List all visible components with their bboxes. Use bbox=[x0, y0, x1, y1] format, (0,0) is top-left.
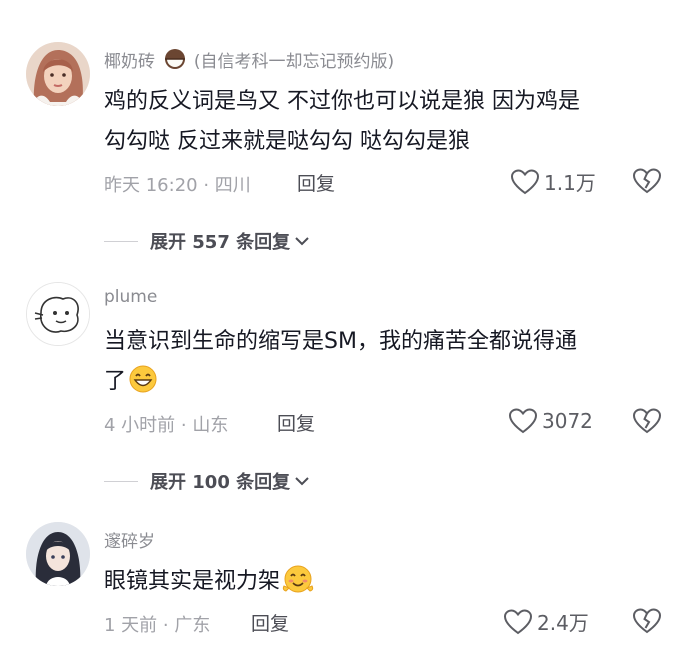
expand-replies-label: 展开 557 条回复 bbox=[150, 232, 291, 253]
reply-button[interactable]: 回复 bbox=[277, 409, 315, 436]
username[interactable]: plume bbox=[104, 287, 157, 307]
username[interactable]: 邃碎岁 bbox=[104, 527, 155, 552]
blushing-smile-emoji-icon bbox=[282, 564, 314, 608]
like-count: 1.1万 bbox=[544, 171, 596, 195]
comment-line: 眼镜其实是视力架 bbox=[104, 562, 664, 608]
broken-heart-icon bbox=[632, 408, 662, 434]
expand-replies-label: 展开 100 条回复 bbox=[150, 472, 291, 493]
comment-line: 鸡的反义词是鸟又 不过你也可以说是狼 因为鸡是 bbox=[104, 89, 580, 114]
timestamp-location: 1 天前 · 广东 bbox=[104, 615, 211, 636]
coconut-icon bbox=[164, 48, 186, 75]
comment-text: 当意识到生命的缩写是SM，我的痛苦全都说得通 了 bbox=[104, 322, 664, 408]
heart-outline-icon bbox=[510, 168, 540, 194]
heart-outline-icon bbox=[503, 608, 533, 634]
expand-replies-button[interactable]: 展开 557 条回复 bbox=[104, 228, 310, 254]
comment-line: 勾勾哒 反过来就是哒勾勾 哒勾勾是狼 bbox=[104, 129, 470, 154]
reply-button[interactable]: 回复 bbox=[251, 609, 289, 636]
dislike-button[interactable] bbox=[632, 607, 662, 639]
avatar[interactable] bbox=[26, 42, 90, 106]
like-button[interactable]: 1.1万 bbox=[510, 167, 596, 196]
avatar-girl-image bbox=[26, 42, 90, 106]
avatar-anime-image bbox=[26, 522, 90, 586]
like-button[interactable]: 3072 bbox=[508, 407, 593, 435]
like-count: 2.4万 bbox=[537, 611, 589, 635]
broken-heart-icon bbox=[632, 168, 662, 194]
user-badge: (自信考科一却忘记预约版) bbox=[193, 52, 395, 72]
like-button[interactable]: 2.4万 bbox=[503, 607, 589, 636]
comment-text: 鸡的反义词是鸟又 不过你也可以说是狼 因为鸡是 勾勾哒 反过来就是哒勾勾 哒勾勾… bbox=[104, 82, 664, 162]
avatar-doodle-image bbox=[27, 283, 89, 345]
avatar[interactable] bbox=[26, 282, 90, 346]
divider bbox=[104, 480, 138, 482]
divider bbox=[104, 240, 138, 242]
avatar[interactable] bbox=[26, 522, 90, 586]
comment-line: 了 bbox=[104, 362, 664, 408]
broken-heart-icon bbox=[632, 608, 662, 634]
username[interactable]: 椰奶砖 bbox=[104, 52, 155, 72]
like-count: 3072 bbox=[542, 409, 593, 433]
chevron-down-icon bbox=[295, 477, 309, 486]
comment-line: 当意识到生命的缩写是SM，我的痛苦全都说得通 bbox=[104, 329, 577, 354]
comment-text: 眼镜其实是视力架 bbox=[104, 562, 664, 608]
grinning-emoji-icon bbox=[128, 364, 158, 408]
dislike-button[interactable] bbox=[632, 167, 662, 199]
reply-button[interactable]: 回复 bbox=[297, 169, 335, 196]
heart-outline-icon bbox=[508, 408, 538, 434]
timestamp-location: 昨天 16:20 · 四川 bbox=[104, 175, 251, 196]
timestamp-location: 4 小时前 · 山东 bbox=[104, 415, 229, 436]
dislike-button[interactable] bbox=[632, 407, 662, 439]
chevron-down-icon bbox=[295, 237, 309, 246]
expand-replies-button[interactable]: 展开 100 条回复 bbox=[104, 468, 310, 494]
